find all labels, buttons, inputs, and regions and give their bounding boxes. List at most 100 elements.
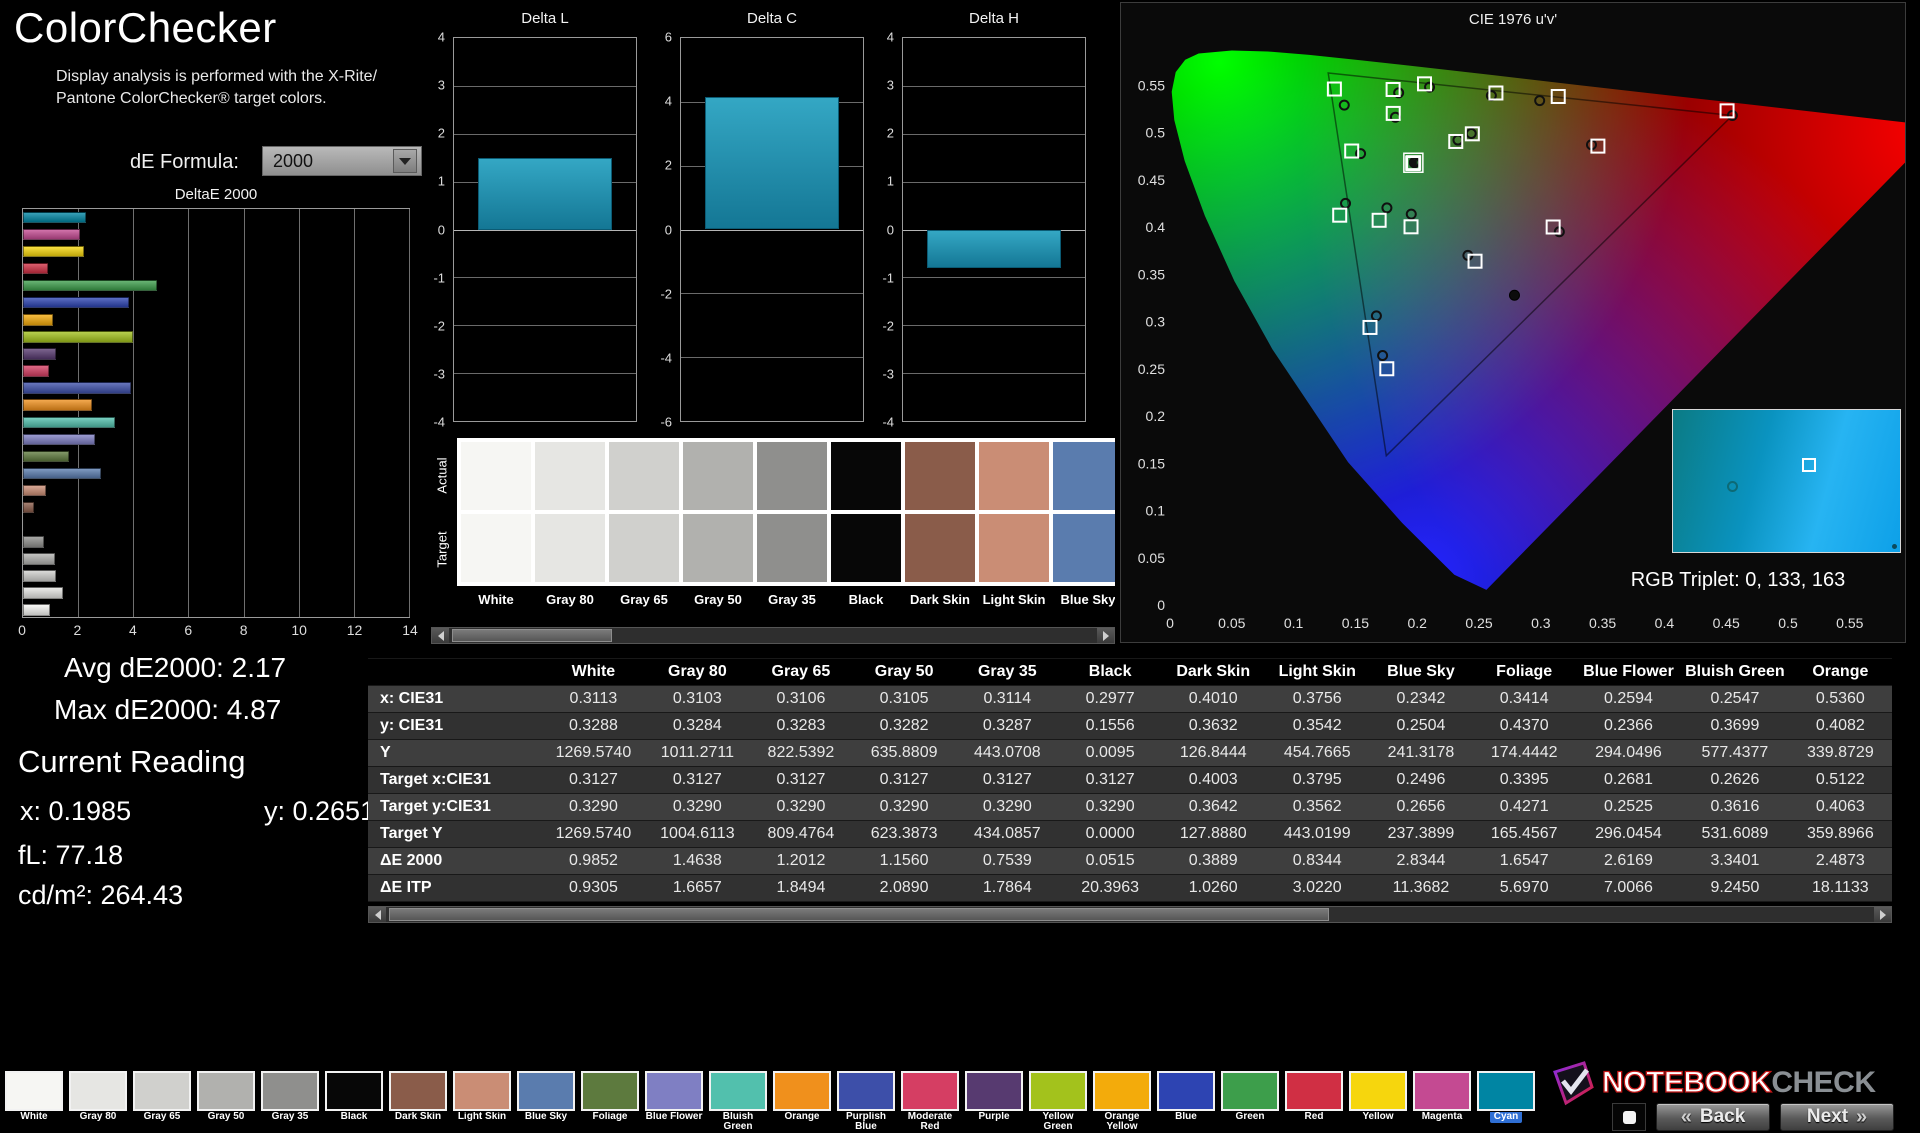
de-formula-dropdown[interactable]: 2000	[262, 146, 422, 176]
scrollbar-thumb[interactable]	[452, 629, 612, 642]
bottom-patch-foliage[interactable]: Foliage	[578, 1071, 642, 1132]
col-header-light-skin: Light Skin	[1265, 659, 1369, 686]
logo-text-notebook: NOTEBOOK	[1602, 1066, 1771, 1099]
gridline	[454, 325, 636, 326]
bottom-patch-dark-skin[interactable]: Dark Skin	[386, 1071, 450, 1132]
scrollbar-track[interactable]	[449, 628, 1097, 643]
y-tick-label: 0.5	[1146, 125, 1166, 141]
table-cell: 0.3113	[541, 686, 645, 713]
row-label: x: CIE31	[368, 686, 541, 713]
bottom-patch-blue-flower[interactable]: Blue Flower	[642, 1071, 706, 1132]
de2000-bar-gray-50	[23, 553, 55, 565]
scroll-right-button[interactable]	[1097, 628, 1114, 643]
patch-label-text: Cyan	[1490, 1112, 1522, 1123]
gridline	[354, 209, 355, 617]
patch-swatch	[389, 1071, 447, 1111]
table-cell: 1.0260	[1161, 875, 1265, 902]
bottom-patch-orange-yellow[interactable]: Orange Yellow	[1090, 1071, 1154, 1132]
table-cell: 0.3290	[645, 794, 749, 821]
y-tick-label: 0.4	[1146, 219, 1166, 235]
table-scrollbar[interactable]	[368, 906, 1892, 923]
patch-label-text: Bluish Green	[723, 1112, 754, 1132]
y-tick-label: 0.3	[1146, 314, 1166, 330]
delta-c-title: Delta C	[747, 10, 797, 27]
y-tick-label: 2	[887, 126, 894, 141]
swatch-column-black	[831, 442, 901, 582]
table-cell: 1.4638	[645, 848, 749, 875]
patch-swatch	[1093, 1071, 1151, 1111]
bottom-patch-gray-50[interactable]: Gray 50	[194, 1071, 258, 1132]
scroll-left-button[interactable]	[369, 907, 386, 922]
swatch-column-light-skin	[979, 442, 1049, 582]
measure-indicator[interactable]	[1612, 1103, 1646, 1131]
patch-label: Foliage	[579, 1112, 641, 1132]
bottom-patch-blue-sky[interactable]: Blue Sky	[514, 1071, 578, 1132]
scroll-left-button[interactable]	[432, 628, 449, 643]
swatch-column-dark-skin	[905, 442, 975, 582]
gridline	[454, 86, 636, 87]
gridline	[188, 209, 189, 617]
bottom-patch-light-skin[interactable]: Light Skin	[450, 1071, 514, 1132]
table-cell: 0.4003	[1161, 767, 1265, 794]
x-tick-label: 0.15	[1342, 615, 1369, 631]
patch-label: Gray 65	[131, 1112, 193, 1132]
bottom-patch-orange[interactable]: Orange	[770, 1071, 834, 1132]
bottom-patch-bluish-green[interactable]: Bluish Green	[706, 1071, 770, 1132]
table-cell: 0.3795	[1265, 767, 1369, 794]
bottom-patch-gray-80[interactable]: Gray 80	[66, 1071, 130, 1132]
patch-label-text: Orange Yellow	[1104, 1112, 1139, 1132]
bottom-patch-cyan[interactable]: Cyan	[1474, 1071, 1538, 1132]
x-tick-label: 10	[291, 622, 307, 638]
bottom-patch-gray-65[interactable]: Gray 65	[130, 1071, 194, 1132]
patch-label-text: Yellow Green	[1042, 1112, 1073, 1132]
patch-label: Black	[323, 1112, 385, 1132]
patch-label: Bluish Green	[707, 1112, 769, 1132]
bottom-patch-green[interactable]: Green	[1218, 1071, 1282, 1132]
bottom-patch-red[interactable]: Red	[1282, 1071, 1346, 1132]
patch-label: Blue	[1155, 1112, 1217, 1132]
x-tick-label: 14	[402, 622, 418, 638]
patch-label: Light Skin	[451, 1112, 513, 1132]
de-formula-label: dE Formula:	[130, 151, 239, 174]
next-button[interactable]: Next »	[1780, 1103, 1894, 1131]
back-button[interactable]: « Back	[1656, 1103, 1770, 1131]
bottom-patch-purple[interactable]: Purple	[962, 1071, 1026, 1132]
swatch-column-gray-35	[757, 442, 827, 582]
patch-actual-gray-35	[757, 442, 827, 510]
de2000-bar-black	[23, 519, 25, 531]
table-cell: 1004.6113	[645, 821, 749, 848]
bottom-patch-blue[interactable]: Blue	[1154, 1071, 1218, 1132]
de2000-bar-bluish-green	[23, 417, 115, 429]
table-cell: 0.3288	[541, 713, 645, 740]
bottom-patch-black[interactable]: Black	[322, 1071, 386, 1132]
patch-target-gray-50	[683, 514, 753, 582]
patch-swatch	[133, 1071, 191, 1111]
patch-label: Moderate Red	[899, 1112, 961, 1132]
swatch-scrollbar[interactable]	[431, 627, 1115, 644]
bottom-patch-purplish-blue[interactable]: Purplish Blue	[834, 1071, 898, 1132]
scroll-right-button[interactable]	[1874, 907, 1891, 922]
row-label: Y	[368, 740, 541, 767]
scrollbar-track[interactable]	[386, 907, 1874, 922]
bottom-patch-yellow-green[interactable]: Yellow Green	[1026, 1071, 1090, 1132]
table-cell: 0.2681	[1576, 767, 1681, 794]
y-tick-label: 4	[665, 94, 672, 109]
de2000-bar-green	[23, 280, 157, 292]
patch-label: Green	[1219, 1112, 1281, 1132]
col-header-foliage: Foliage	[1473, 659, 1576, 686]
table-cell: 5.6970	[1473, 875, 1576, 902]
patch-label-text: Orange	[784, 1112, 819, 1122]
inset-corner-dot-icon	[1892, 544, 1897, 549]
scrollbar-thumb[interactable]	[389, 908, 1329, 921]
bottom-patch-yellow[interactable]: Yellow	[1346, 1071, 1410, 1132]
patch-label-text: Blue Sky	[525, 1112, 567, 1122]
table-cell: 0.8344	[1265, 848, 1369, 875]
table-cell: 2.6169	[1576, 848, 1681, 875]
chevron-down-icon[interactable]	[393, 149, 417, 173]
bottom-patch-moderate-red[interactable]: Moderate Red	[898, 1071, 962, 1132]
bottom-patch-magenta[interactable]: Magenta	[1410, 1071, 1474, 1132]
table-cell: 241.3178	[1369, 740, 1472, 767]
bottom-patch-gray-35[interactable]: Gray 35	[258, 1071, 322, 1132]
y-tick-label: -4	[433, 415, 445, 430]
bottom-patch-white[interactable]: White	[2, 1071, 66, 1132]
